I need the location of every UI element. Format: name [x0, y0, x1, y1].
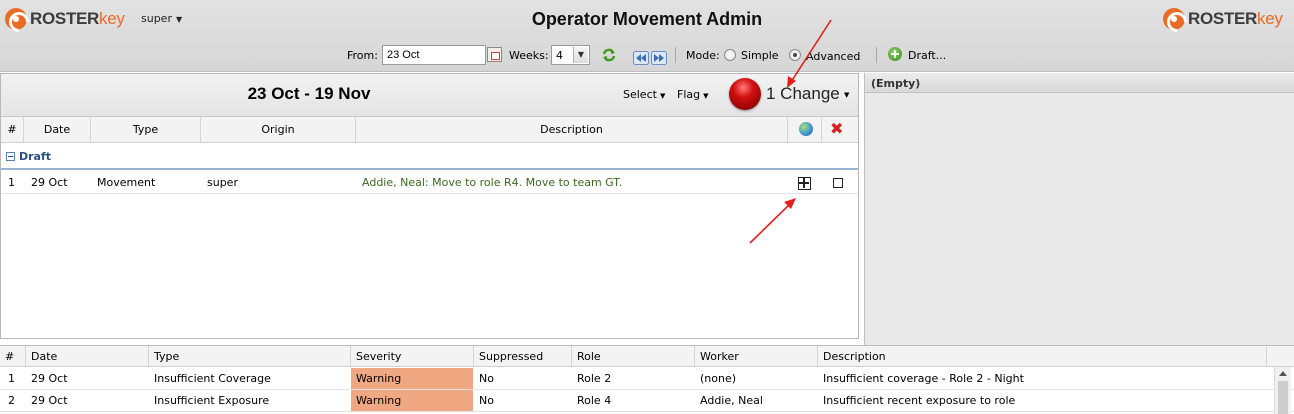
row-checkbox[interactable]: [833, 178, 843, 188]
user-menu[interactable]: super ▼: [141, 12, 182, 25]
chevron-down-icon: ▼: [175, 15, 183, 24]
delete-x-icon[interactable]: ✖: [830, 119, 843, 139]
row-suppressed: No: [479, 394, 494, 407]
scroll-up-icon[interactable]: [1279, 371, 1287, 376]
collapse-icon[interactable]: [6, 152, 15, 161]
row-date: 29 Oct: [31, 176, 68, 189]
changes-panel: 23 Oct - 19 Nov Select ▼ Flag ▼ 1 Change ▼…: [0, 73, 859, 339]
column-header-number[interactable]: #: [1, 117, 24, 143]
mode-simple-radio[interactable]: [724, 49, 736, 61]
toolbar: From: Weeks: 4 ▼: [0, 44, 1294, 68]
row-number: 2: [8, 394, 15, 407]
column-header-worker[interactable]: Worker: [695, 346, 818, 367]
page-title: Operator Movement Admin: [531, 9, 763, 29]
row-role: Role 4: [577, 394, 612, 407]
table-row[interactable]: 2 29 Oct Insufficient Exposure Warning N…: [0, 390, 1294, 412]
group-label: Draft: [19, 150, 52, 163]
toolbar-divider: [675, 47, 676, 63]
changes-grid-header: # Date Type Origin Description ✖: [1, 117, 858, 143]
previous-period-icon[interactable]: [633, 47, 649, 69]
next-period-icon[interactable]: [651, 47, 667, 69]
date-range-title: 23 Oct - 19 Nov: [247, 84, 371, 103]
column-header-type[interactable]: Type: [91, 117, 201, 143]
row-worker: (none): [700, 372, 737, 385]
chevron-down-icon[interactable]: ▼: [844, 91, 849, 99]
column-header-type[interactable]: Type: [149, 346, 351, 367]
flag-menu[interactable]: Flag ▼: [677, 88, 709, 101]
from-label: From:: [347, 48, 378, 62]
rosterkey-logo-icon: [1163, 8, 1185, 30]
chevron-down-icon: ▼: [573, 47, 588, 63]
table-row[interactable]: 1 29 Oct Insufficient Coverage Warning N…: [0, 368, 1294, 390]
column-header-severity[interactable]: Severity: [351, 346, 474, 367]
changes-panel-header: 23 Oct - 19 Nov Select ▼ Flag ▼ 1 Change ▼: [1, 74, 858, 117]
mode-advanced-radio[interactable]: [789, 49, 801, 61]
detail-panel-header: (Empty): [865, 73, 1294, 93]
row-worker: Addie, Neal: [700, 394, 763, 407]
row-number: 1: [8, 372, 15, 385]
row-suppressed: No: [479, 372, 494, 385]
issues-grid: # Date Type Severity Suppressed Role Wor…: [0, 345, 1294, 414]
vertical-scrollbar[interactable]: [1274, 367, 1291, 414]
column-header-suppressed[interactable]: Suppressed: [474, 346, 572, 367]
table-row[interactable]: 1 29 Oct Movement super Addie, Neal: Mov…: [1, 172, 858, 194]
detail-panel-title: (Empty): [871, 77, 921, 90]
mode-advanced-label[interactable]: Advanced: [806, 45, 860, 67]
column-header-date[interactable]: Date: [26, 346, 149, 367]
row-date: 29 Oct: [31, 394, 68, 407]
column-header-origin[interactable]: Origin: [201, 117, 356, 143]
rosterkey-logo-left: ROSTERkey: [5, 7, 125, 31]
row-description: Insufficient recent exposure to role: [823, 394, 1016, 407]
draft-button[interactable]: Draft...: [908, 44, 946, 66]
mode-label: Mode:: [686, 48, 720, 62]
chevron-down-icon: ▼: [659, 92, 666, 100]
refresh-icon[interactable]: [601, 47, 617, 63]
weeks-select[interactable]: 4 ▼: [551, 45, 590, 65]
group-row-draft[interactable]: Draft: [1, 143, 858, 170]
column-header-number[interactable]: #: [0, 346, 26, 367]
mode-simple-label[interactable]: Simple: [741, 44, 779, 66]
row-type: Insufficient Coverage: [154, 372, 271, 385]
from-date-input[interactable]: [382, 45, 486, 65]
scrollbar-thumb[interactable]: [1278, 381, 1288, 414]
header-bar: ROSTERkey super ▼ Operator Movement Admin…: [0, 0, 1294, 72]
rosterkey-logo-icon: [5, 8, 27, 30]
user-menu-label: super: [141, 12, 172, 25]
rosterkey-logo-right: ROSTERkey: [1163, 7, 1283, 31]
row-type: Movement: [97, 176, 156, 189]
weeks-value: 4: [556, 49, 563, 62]
row-description: Addie, Neal: Move to role R4. Move to te…: [362, 176, 623, 189]
column-header-description[interactable]: Description: [818, 346, 1267, 367]
change-count-menu[interactable]: 1 Change: [766, 84, 840, 104]
row-origin: super: [207, 176, 238, 189]
calendar-icon[interactable]: [487, 47, 502, 62]
weeks-label: Weeks:: [509, 48, 549, 62]
column-header-description[interactable]: Description: [356, 117, 788, 143]
severity-badge: Warning: [351, 368, 473, 389]
chevron-down-icon: ▼: [703, 92, 709, 100]
row-role: Role 2: [577, 372, 612, 385]
change-status-indicator-icon[interactable]: [729, 78, 761, 110]
row-number: 1: [8, 176, 15, 189]
severity-badge: Warning: [351, 390, 473, 411]
grid-view-icon[interactable]: [798, 177, 811, 190]
toolbar-divider: [876, 47, 877, 63]
select-menu[interactable]: Select ▼: [623, 88, 665, 101]
column-header-role[interactable]: Role: [572, 346, 695, 367]
row-type: Insufficient Exposure: [154, 394, 270, 407]
row-description: Insufficient coverage - Role 2 - Night: [823, 372, 1024, 385]
app-window: ROSTERkey super ▼ Operator Movement Admin…: [0, 0, 1294, 414]
row-date: 29 Oct: [31, 372, 68, 385]
detail-panel: (Empty): [864, 73, 1294, 345]
column-header-date[interactable]: Date: [24, 117, 91, 143]
add-draft-icon[interactable]: [888, 47, 902, 61]
issues-grid-header: # Date Type Severity Suppressed Role Wor…: [0, 346, 1294, 367]
globe-icon[interactable]: [799, 122, 813, 136]
